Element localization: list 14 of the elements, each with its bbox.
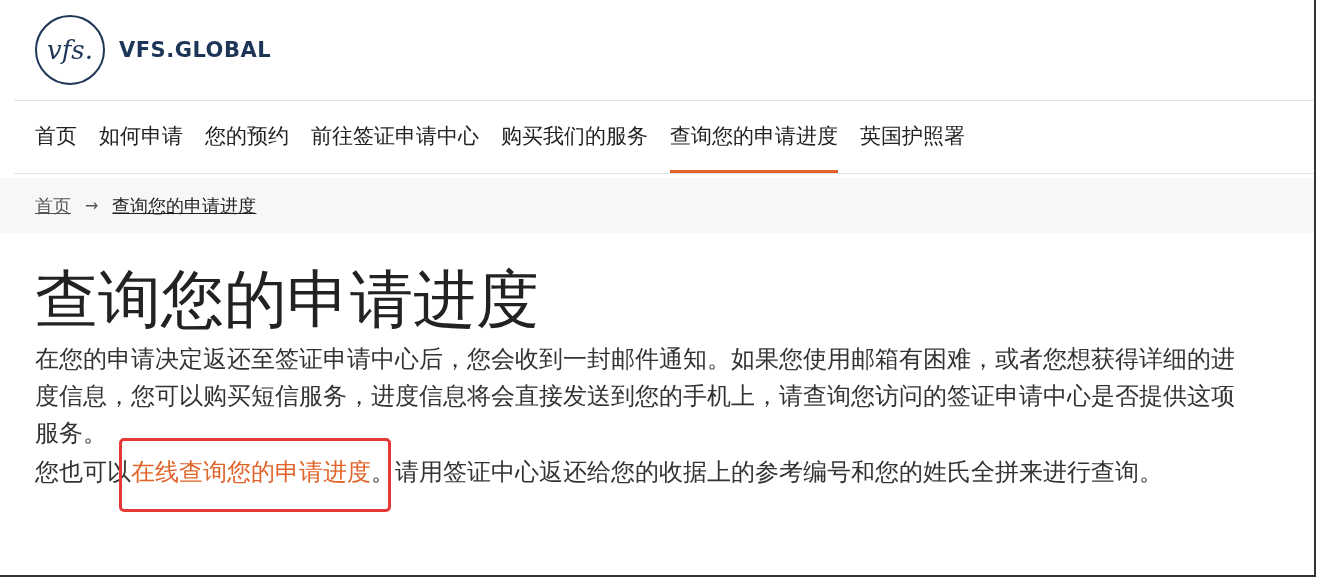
nav-tab[interactable]: 查询您的申请进度	[670, 101, 838, 173]
logo-icon: vfs.	[35, 15, 105, 85]
brand-name: VFS.GLOBAL	[119, 38, 272, 62]
nav-tab[interactable]: 前往签证申请中心	[311, 101, 479, 173]
nav-tab[interactable]: 购买我们的服务	[501, 101, 648, 173]
nav-tab[interactable]: 首页	[35, 101, 77, 173]
breadcrumb-link[interactable]: 首页	[35, 193, 71, 218]
breadcrumb-link[interactable]: 查询您的申请进度	[112, 193, 257, 218]
nav-tab[interactable]: 英国护照署	[860, 101, 965, 173]
nav-tab[interactable]: 如何申请	[99, 101, 183, 173]
nav-tab[interactable]: 您的预约	[205, 101, 289, 173]
paragraph: 在您的申请决定返还至签证申请中心后，您会收到一封邮件通知。如果您使用邮箱有困难，或者您想获得详细的进度信息，您可以购买短信服务，进度信息将会直接发送到您的手机上，请查询您访问的签证申请中心是否提供这项服务。	[35, 344, 1236, 449]
arrow-icon: →	[85, 196, 99, 215]
page-title: 查询您的申请进度	[35, 262, 540, 338]
